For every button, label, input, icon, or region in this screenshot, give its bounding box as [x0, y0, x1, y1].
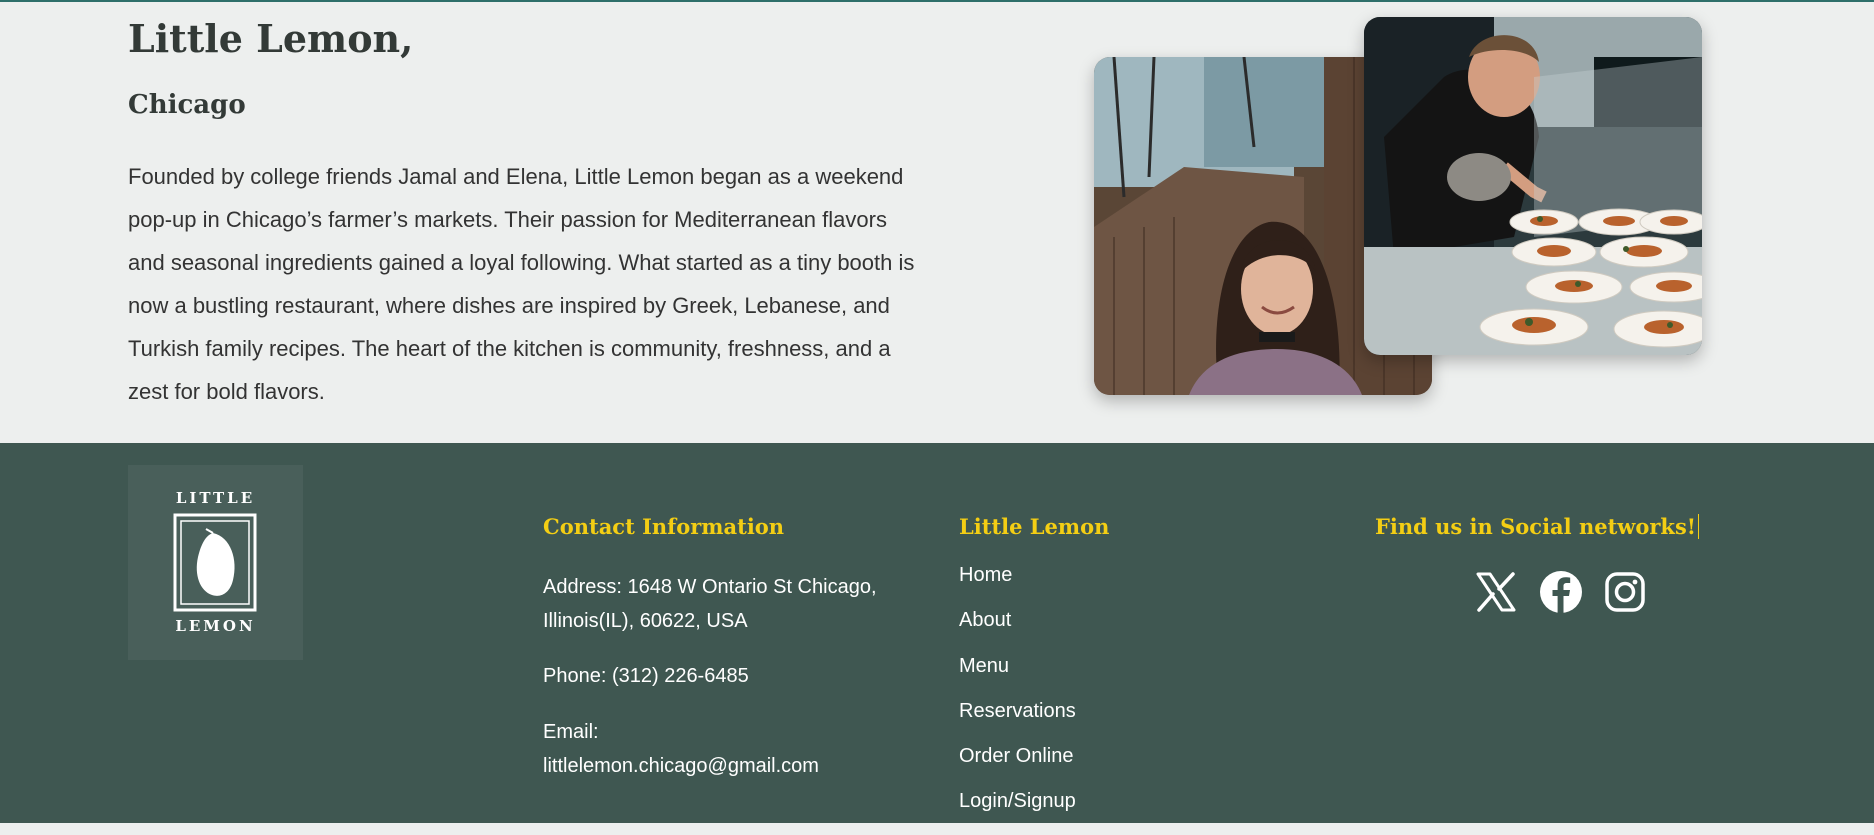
nav-heading: Little Lemon: [959, 514, 1110, 539]
contact-heading: Contact Information: [543, 514, 785, 539]
instagram-icon[interactable]: [1602, 569, 1648, 615]
chef-photo: [1364, 17, 1702, 355]
footer-nav-home[interactable]: Home: [959, 563, 1076, 608]
about-description: Founded by college friends Jamal and Ele…: [128, 164, 915, 404]
about-section: Little Lemon, Chicago Founded by college…: [0, 2, 1874, 443]
logo-top-text: LITTLE: [176, 489, 255, 507]
about-title: Little Lemon,: [128, 16, 414, 61]
contact-phone: Phone: (312) 226-6485: [543, 665, 749, 687]
footer-nav-order-online[interactable]: Order Online: [959, 744, 1076, 789]
footer: LITTLE LEMON Contact Information Address…: [0, 443, 1874, 823]
footer-nav: Home About Menu Reservations Order Onlin…: [959, 563, 1076, 835]
footer-logo[interactable]: LITTLE LEMON: [128, 465, 303, 660]
about-subtitle: Chicago: [128, 90, 246, 120]
contact-email-label: Email:: [543, 721, 599, 743]
footer-nav-menu[interactable]: Menu: [959, 654, 1076, 699]
contact-address: Address: 1648 W Ontario St Chicago, Illi…: [543, 576, 877, 632]
contact-email[interactable]: littlelemon.chicago@gmail.com: [543, 749, 923, 783]
x-icon[interactable]: [1473, 569, 1519, 615]
facebook-icon[interactable]: [1538, 569, 1584, 615]
footer-nav-reservations[interactable]: Reservations: [959, 699, 1076, 744]
footer-nav-login-signup[interactable]: Login/Signup: [959, 789, 1076, 834]
lemon-icon: [196, 528, 235, 596]
footer-nav-about[interactable]: About: [959, 608, 1076, 653]
logo-bottom-text: LEMON: [175, 617, 255, 635]
social-heading: Find us in Social networks!: [1375, 514, 1700, 539]
